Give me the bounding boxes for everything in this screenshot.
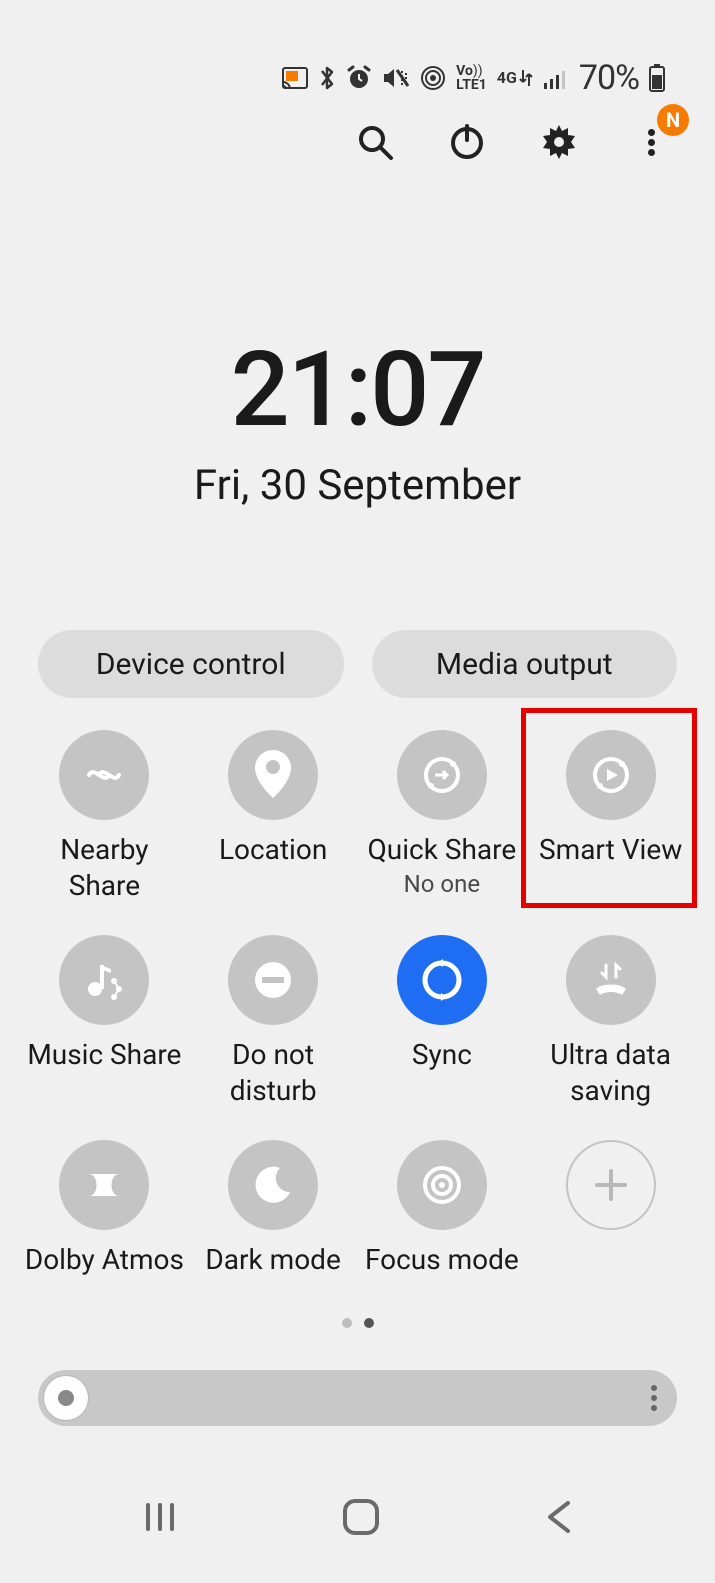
back-button[interactable] bbox=[542, 1497, 576, 1541]
volte-icon: Vo)) LTE1 bbox=[456, 64, 487, 92]
tile-add[interactable] bbox=[526, 1140, 695, 1310]
ultra-data-icon bbox=[566, 935, 656, 1025]
status-bar: Vo)) LTE1 4G 70% bbox=[282, 58, 665, 98]
media-output-button[interactable]: Media output bbox=[372, 630, 678, 698]
tile-dark-mode[interactable]: Dark mode bbox=[189, 1140, 358, 1310]
tile-quick-share[interactable]: Quick Share No one bbox=[358, 730, 527, 905]
home-button[interactable] bbox=[339, 1495, 383, 1543]
tile-focus-mode[interactable]: Focus mode bbox=[358, 1140, 527, 1310]
recents-button[interactable] bbox=[140, 1497, 180, 1541]
dnd-icon bbox=[228, 935, 318, 1025]
page-indicator bbox=[0, 1318, 715, 1328]
signal-icon bbox=[543, 67, 569, 89]
device-control-button[interactable]: Device control bbox=[38, 630, 344, 698]
tile-music-share[interactable]: Music Share bbox=[20, 935, 189, 1110]
page-dot bbox=[342, 1318, 352, 1328]
top-pill-row: Device control Media output bbox=[38, 630, 677, 698]
brightness-knob[interactable] bbox=[44, 1376, 88, 1420]
tile-dnd[interactable]: Do not disturb bbox=[189, 935, 358, 1110]
hotspot-icon bbox=[420, 65, 446, 91]
clock-section: 21:07 Fri, 30 September bbox=[0, 330, 715, 510]
quick-share-icon bbox=[397, 730, 487, 820]
cast-icon bbox=[282, 67, 308, 89]
bluetooth-icon bbox=[318, 64, 336, 92]
brightness-slider[interactable] bbox=[38, 1370, 677, 1426]
tile-label: Location bbox=[215, 832, 331, 868]
back-icon bbox=[542, 1497, 576, 1537]
sync-icon bbox=[397, 935, 487, 1025]
tile-label: Dolby Atmos bbox=[21, 1242, 188, 1278]
notification-badge: N bbox=[657, 104, 689, 136]
clock-date: Fri, 30 September bbox=[0, 461, 715, 510]
power-icon bbox=[447, 122, 487, 162]
slider-menu-icon[interactable] bbox=[651, 1385, 657, 1411]
gear-icon bbox=[539, 122, 579, 162]
tile-label: Music Share bbox=[23, 1037, 185, 1073]
media-output-label: Media output bbox=[436, 647, 613, 682]
plus-icon bbox=[566, 1140, 656, 1230]
recents-icon bbox=[140, 1497, 180, 1537]
quick-settings-grid: Nearby Share Location Quick Share No one… bbox=[20, 730, 695, 1310]
home-icon bbox=[339, 1495, 383, 1539]
device-control-label: Device control bbox=[96, 647, 286, 682]
nearby-share-icon bbox=[59, 730, 149, 820]
dark-mode-icon bbox=[228, 1140, 318, 1230]
tile-dolby[interactable]: Dolby Atmos bbox=[20, 1140, 189, 1310]
search-button[interactable] bbox=[351, 118, 399, 166]
tile-label: Quick Share bbox=[364, 832, 521, 868]
dolby-icon bbox=[59, 1140, 149, 1230]
tile-label: Smart View bbox=[535, 832, 686, 868]
tile-label: Ultra data saving bbox=[526, 1037, 695, 1110]
music-share-icon bbox=[59, 935, 149, 1025]
mobile-data-icon: 4G bbox=[497, 68, 533, 88]
tile-location[interactable]: Location bbox=[189, 730, 358, 905]
battery-icon bbox=[649, 64, 665, 92]
tile-sublabel: No one bbox=[404, 870, 480, 898]
location-icon bbox=[228, 730, 318, 820]
more-vertical-icon bbox=[648, 129, 655, 156]
tile-smart-view[interactable]: Smart View bbox=[526, 730, 695, 905]
clock-time: 21:07 bbox=[0, 330, 715, 451]
alarm-icon bbox=[346, 65, 372, 91]
power-button[interactable] bbox=[443, 118, 491, 166]
search-icon bbox=[355, 122, 395, 162]
quick-panel-toolbar: N bbox=[351, 118, 675, 166]
tile-label: Focus mode bbox=[361, 1242, 523, 1278]
battery-percentage: 70% bbox=[579, 58, 639, 98]
tile-label: Do not disturb bbox=[189, 1037, 358, 1110]
tile-nearby-share[interactable]: Nearby Share bbox=[20, 730, 189, 905]
more-button[interactable]: N bbox=[627, 118, 675, 166]
tile-label: Sync bbox=[408, 1037, 476, 1073]
navigation-bar bbox=[0, 1495, 715, 1543]
settings-button[interactable] bbox=[535, 118, 583, 166]
page-dot-active bbox=[364, 1318, 374, 1328]
tile-sync[interactable]: Sync bbox=[358, 935, 527, 1110]
tile-ultra-data[interactable]: Ultra data saving bbox=[526, 935, 695, 1110]
smart-view-icon bbox=[566, 730, 656, 820]
tile-label: Dark mode bbox=[201, 1242, 344, 1278]
tile-label: Nearby Share bbox=[20, 832, 189, 905]
focus-mode-icon bbox=[397, 1140, 487, 1230]
mute-vibrate-icon bbox=[382, 66, 410, 90]
